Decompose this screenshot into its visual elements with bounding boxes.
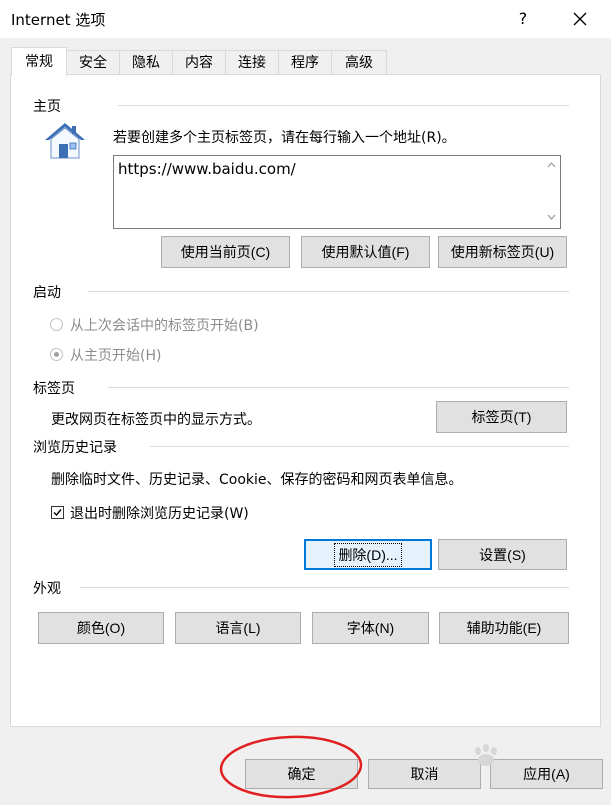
close-icon [573, 12, 587, 26]
delete-on-exit-label: 退出时删除浏览历史记录(W) [70, 506, 249, 522]
scroll-down-icon[interactable] [543, 210, 560, 224]
startup-home-radio[interactable] [50, 348, 63, 361]
tab-advanced[interactable]: 高级 [331, 50, 387, 74]
use-new-tab-button[interactable]: 使用新标签页(U) [438, 236, 567, 268]
appearance-group-label: 外观 [33, 578, 67, 598]
delete-history-button[interactable]: 删除(D)... [304, 539, 432, 570]
tab-content[interactable]: 内容 [172, 50, 226, 74]
home-instruction: 若要创建多个主页标签页，请在每行输入一个地址(R)。 [113, 130, 456, 146]
group-divider [80, 587, 569, 588]
history-group-label: 浏览历史记录 [33, 437, 123, 457]
scroll-up-icon[interactable] [543, 158, 560, 172]
cancel-button[interactable]: 取消 [368, 759, 481, 789]
tab-security[interactable]: 安全 [66, 50, 120, 74]
group-divider [150, 446, 569, 447]
startup-group-label: 启动 [33, 282, 67, 302]
history-description: 删除临时文件、历史记录、Cookie、保存的密码和网页表单信息。 [51, 472, 463, 488]
languages-button[interactable]: 语言(L) [175, 612, 301, 644]
watermark-logo [470, 742, 504, 767]
homepage-url-value: https://www.baidu.com/ [118, 160, 296, 178]
home-group-label: 主页 [33, 96, 67, 116]
tab-privacy[interactable]: 隐私 [119, 50, 173, 74]
startup-home-label: 从主页开始(H) [70, 348, 162, 364]
checkmark-icon [53, 509, 62, 517]
colors-button[interactable]: 颜色(O) [38, 612, 164, 644]
window-title: Internet 选项 [11, 11, 106, 29]
startup-last-session-radio[interactable] [50, 318, 63, 331]
tab-programs[interactable]: 程序 [278, 50, 332, 74]
accessibility-button[interactable]: 辅助功能(E) [439, 612, 569, 644]
group-divider [108, 387, 569, 388]
close-button[interactable] [566, 6, 594, 32]
homepage-url-textarea[interactable]: https://www.baidu.com/ [113, 155, 561, 229]
history-settings-button[interactable]: 设置(S) [438, 539, 567, 570]
group-divider [88, 291, 569, 292]
fonts-button[interactable]: 字体(N) [312, 612, 429, 644]
group-divider [118, 105, 569, 106]
highlight-ellipse [219, 735, 363, 799]
startup-last-session-label: 从上次会话中的标签页开始(B) [70, 318, 259, 334]
delete-on-exit-checkbox[interactable] [51, 506, 64, 519]
apply-button[interactable]: 应用(A) [490, 759, 603, 789]
use-current-button[interactable]: 使用当前页(C) [161, 236, 290, 268]
tab-general[interactable]: 常规 [11, 47, 67, 76]
tabs-description: 更改网页在标签页中的显示方式。 [51, 412, 261, 428]
use-default-button[interactable]: 使用默认值(F) [301, 236, 430, 268]
textarea-scrollbar[interactable] [543, 156, 560, 228]
tab-connections[interactable]: 连接 [225, 50, 279, 74]
tabs-group-label: 标签页 [33, 378, 81, 398]
delete-history-label: 删除(D)... [334, 542, 402, 567]
home-icon [42, 120, 88, 166]
radio-selected-dot [54, 352, 59, 357]
help-button[interactable]: ? [512, 6, 534, 32]
tabs-settings-button[interactable]: 标签页(T) [436, 401, 567, 433]
